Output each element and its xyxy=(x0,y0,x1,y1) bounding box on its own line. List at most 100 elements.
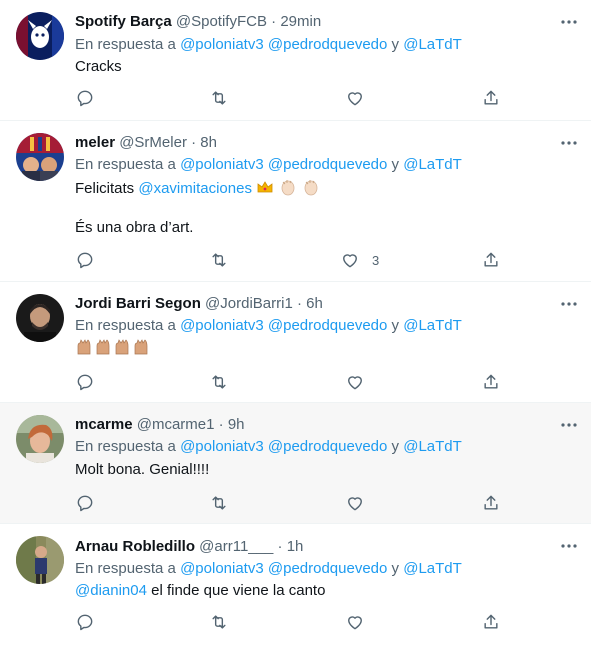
share-button[interactable] xyxy=(481,493,501,513)
retweet-button[interactable] xyxy=(209,493,229,513)
display-name[interactable]: Spotify Barça xyxy=(75,13,172,30)
tweet-actions: 3 xyxy=(75,250,500,270)
mention-link[interactable]: @dianin04 xyxy=(75,582,147,599)
crown-emoji xyxy=(257,181,273,193)
more-options-button[interactable] xyxy=(559,415,579,435)
like-button[interactable] xyxy=(345,88,377,108)
share-button[interactable] xyxy=(481,250,501,270)
more-options-button[interactable] xyxy=(559,536,579,556)
reply-button[interactable] xyxy=(75,493,95,513)
mention-link[interactable]: @LaTdT xyxy=(403,560,462,577)
timestamp[interactable]: 1h xyxy=(287,538,304,555)
reply-button[interactable] xyxy=(75,372,95,392)
user-handle[interactable]: @JordiBarri1 xyxy=(205,295,293,312)
more-icon xyxy=(561,141,577,145)
more-icon xyxy=(561,544,577,548)
share-icon xyxy=(484,374,498,389)
reply-button[interactable] xyxy=(75,88,95,108)
tweet-header: mcarme @mcarme1 · 9h xyxy=(75,415,245,435)
share-button[interactable] xyxy=(481,372,501,392)
user-handle[interactable]: @mcarme1 xyxy=(137,416,215,433)
mention-link[interactable]: @LaTdT xyxy=(403,317,462,334)
mention-link[interactable]: @pedrodquevedo xyxy=(268,36,388,53)
retweet-icon xyxy=(212,253,226,267)
display-name[interactable]: Jordi Barri Segon xyxy=(75,295,201,312)
avatar[interactable] xyxy=(16,536,64,584)
clap-emoji xyxy=(281,180,295,196)
reply-icon xyxy=(77,374,93,391)
user-handle[interactable]: @SrMeler xyxy=(119,134,187,151)
reply-button[interactable] xyxy=(75,250,95,270)
tweet-feed: Spotify Barça @SpotifyFCB · 29min En res… xyxy=(0,0,591,648)
mention-link[interactable]: @pedrodquevedo xyxy=(268,317,388,334)
tweet-header: meler @SrMeler · 8h xyxy=(75,133,217,153)
reply-button[interactable] xyxy=(75,612,95,632)
mention-link[interactable]: @LaTdT xyxy=(403,438,462,455)
reply-icon xyxy=(77,495,93,512)
mention-link[interactable]: @LaTdT xyxy=(403,156,462,173)
share-button[interactable] xyxy=(481,88,501,108)
timestamp[interactable]: 6h xyxy=(306,295,323,312)
separator-dot: · xyxy=(277,538,283,555)
mention-link[interactable]: @poloniatv3 xyxy=(180,560,264,577)
mention-link[interactable]: @poloniatv3 xyxy=(180,36,264,53)
raised-hands-emoji xyxy=(115,339,129,355)
share-icon xyxy=(484,252,498,267)
mention-link[interactable]: @poloniatv3 xyxy=(180,317,264,334)
more-options-button[interactable] xyxy=(559,294,579,314)
separator-dot: · xyxy=(218,416,224,433)
tweet[interactable]: Spotify Barça @SpotifyFCB · 29min En res… xyxy=(0,0,591,121)
reply-prefix: En respuesta a xyxy=(75,438,176,455)
reply-icon xyxy=(77,614,93,631)
timestamp[interactable]: 8h xyxy=(200,134,217,151)
tweet[interactable]: Arnau Robledillo @arr11___ · 1h En respu… xyxy=(0,524,591,648)
retweet-button[interactable] xyxy=(209,250,229,270)
reply-context: En respuesta a @poloniatv3 @pedrodqueved… xyxy=(75,559,462,579)
retweet-button[interactable] xyxy=(209,372,229,392)
more-options-button[interactable] xyxy=(559,12,579,32)
mention-link[interactable]: @LaTdT xyxy=(403,36,462,53)
mention-link[interactable]: @poloniatv3 xyxy=(180,156,264,173)
retweet-icon xyxy=(212,496,226,510)
avatar[interactable] xyxy=(16,133,64,181)
tweet-actions xyxy=(75,88,500,108)
timestamp[interactable]: 29min xyxy=(280,13,321,30)
like-button[interactable] xyxy=(345,372,377,392)
reply-prefix: En respuesta a xyxy=(75,156,176,173)
mention-link[interactable]: @pedrodquevedo xyxy=(268,560,388,577)
raised-hands-emoji xyxy=(77,339,91,355)
like-button[interactable] xyxy=(345,612,377,632)
timestamp[interactable]: 9h xyxy=(228,416,245,433)
retweet-button[interactable] xyxy=(209,88,229,108)
mention-link[interactable]: @pedrodquevedo xyxy=(268,438,388,455)
separator-dot: · xyxy=(271,13,277,30)
reply-icon xyxy=(77,252,93,269)
tweet[interactable]: meler @SrMeler · 8h En respuesta a @polo… xyxy=(0,121,591,282)
share-button[interactable] xyxy=(481,612,501,632)
tweet[interactable]: Jordi Barri Segon @JordiBarri1 · 6h En r… xyxy=(0,282,591,403)
avatar[interactable] xyxy=(16,415,64,463)
tweet[interactable]: mcarme @mcarme1 · 9h En respuesta a @pol… xyxy=(0,403,591,524)
mention-link[interactable]: @xavimitaciones xyxy=(138,180,252,197)
retweet-button[interactable] xyxy=(209,612,229,632)
tweet-text-line: És una obra d’art. xyxy=(75,219,194,236)
display-name[interactable]: meler xyxy=(75,134,115,151)
reply-context: En respuesta a @poloniatv3 @pedrodqueved… xyxy=(75,316,462,336)
mention-link[interactable]: @poloniatv3 xyxy=(180,438,264,455)
user-handle[interactable]: @arr11___ xyxy=(199,538,273,555)
avatar[interactable] xyxy=(16,12,64,60)
more-icon xyxy=(561,20,577,24)
avatar[interactable] xyxy=(16,294,64,342)
user-handle[interactable]: @SpotifyFCB xyxy=(176,13,267,30)
display-name[interactable]: mcarme xyxy=(75,416,133,433)
retweet-icon xyxy=(212,375,226,389)
raised-hands-emoji xyxy=(134,339,148,355)
like-button[interactable] xyxy=(345,493,377,513)
like-button[interactable]: 3 xyxy=(340,250,379,270)
share-icon xyxy=(484,495,498,510)
display-name[interactable]: Arnau Robledillo xyxy=(75,538,195,555)
reply-joiner: y xyxy=(391,560,400,577)
more-options-button[interactable] xyxy=(559,133,579,153)
mention-link[interactable]: @pedrodquevedo xyxy=(268,156,388,173)
tweet-text-rest: el finde que viene la canto xyxy=(151,582,326,599)
